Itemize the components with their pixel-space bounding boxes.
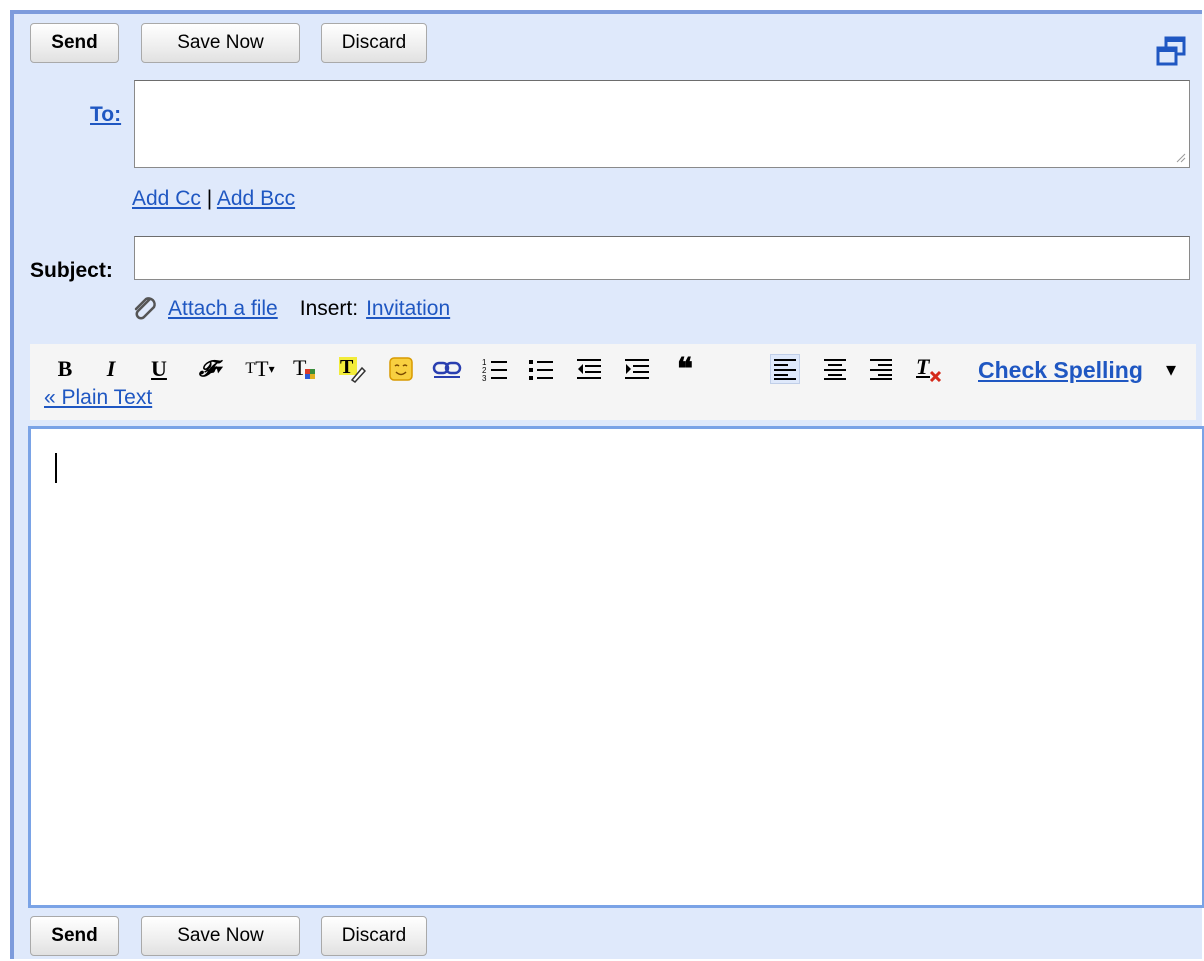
- compose-panel: Send Save Now Discard To: Add Cc | Add B…: [10, 10, 1204, 959]
- message-body-editor[interactable]: [28, 426, 1204, 908]
- bold-icon[interactable]: B: [50, 354, 80, 384]
- paperclip-icon: [134, 297, 156, 320]
- attach-row: Attach a file Insert: Invitation: [130, 294, 450, 324]
- highlight-color-icon[interactable]: T: [336, 354, 366, 384]
- font-size-icon[interactable]: T T ▾: [240, 354, 280, 384]
- add-cc-link[interactable]: Add Cc: [132, 187, 201, 210]
- add-recipients-row: Add Cc | Add Bcc: [132, 187, 295, 211]
- text-color-icon[interactable]: T: [290, 354, 320, 384]
- subject-field[interactable]: [134, 236, 1190, 280]
- check-spelling-link[interactable]: Check Spelling: [978, 357, 1143, 384]
- popout-icon[interactable]: [1154, 35, 1188, 69]
- svg-text:T: T: [340, 356, 354, 378]
- align-left-icon[interactable]: [770, 354, 800, 384]
- italic-icon[interactable]: I: [96, 354, 126, 384]
- link-icon[interactable]: [432, 354, 462, 384]
- to-label-link[interactable]: To:: [90, 103, 121, 127]
- add-bcc-link[interactable]: Add Bcc: [217, 187, 295, 210]
- resize-grip-icon[interactable]: [1174, 151, 1186, 163]
- discard-button-top[interactable]: Discard: [321, 23, 427, 63]
- underline-icon[interactable]: U: [144, 354, 174, 384]
- discard-button-bottom[interactable]: Discard: [321, 916, 427, 956]
- indent-more-icon[interactable]: [622, 354, 652, 384]
- numbered-list-icon[interactable]: 1 2 3: [480, 354, 510, 384]
- save-now-button-bottom[interactable]: Save Now: [141, 916, 300, 956]
- indent-less-icon[interactable]: [574, 354, 604, 384]
- subject-label: Subject:: [30, 259, 113, 282]
- svg-text:3: 3: [482, 374, 487, 382]
- invitation-link[interactable]: Invitation: [366, 297, 450, 321]
- font-icon[interactable]: 𝓕 ▾: [190, 354, 230, 384]
- svg-text:T: T: [293, 355, 307, 380]
- text-caret: [55, 453, 57, 483]
- formatting-toolbar: B I U 𝓕 ▾ T T ▾ T T 1 2 3 ❝ T Check Spel…: [30, 344, 1196, 420]
- align-right-icon[interactable]: [866, 354, 896, 384]
- plain-text-link[interactable]: « Plain Text: [44, 386, 152, 410]
- link-separator: |: [206, 187, 213, 210]
- send-button-top[interactable]: Send: [30, 23, 119, 63]
- insert-label: Insert:: [299, 297, 359, 320]
- align-center-icon[interactable]: [820, 354, 850, 384]
- remove-formatting-icon[interactable]: T: [914, 354, 944, 384]
- attach-file-link[interactable]: Attach a file: [168, 297, 278, 321]
- send-button-bottom[interactable]: Send: [30, 916, 119, 956]
- bulleted-list-icon[interactable]: [526, 354, 556, 384]
- save-now-button-top[interactable]: Save Now: [141, 23, 300, 63]
- check-spelling-dropdown-icon[interactable]: ▾: [1166, 357, 1176, 382]
- emoticon-icon[interactable]: [386, 354, 416, 384]
- svg-text:T: T: [916, 354, 931, 379]
- quote-icon[interactable]: ❝: [670, 353, 700, 386]
- to-field[interactable]: [134, 80, 1190, 168]
